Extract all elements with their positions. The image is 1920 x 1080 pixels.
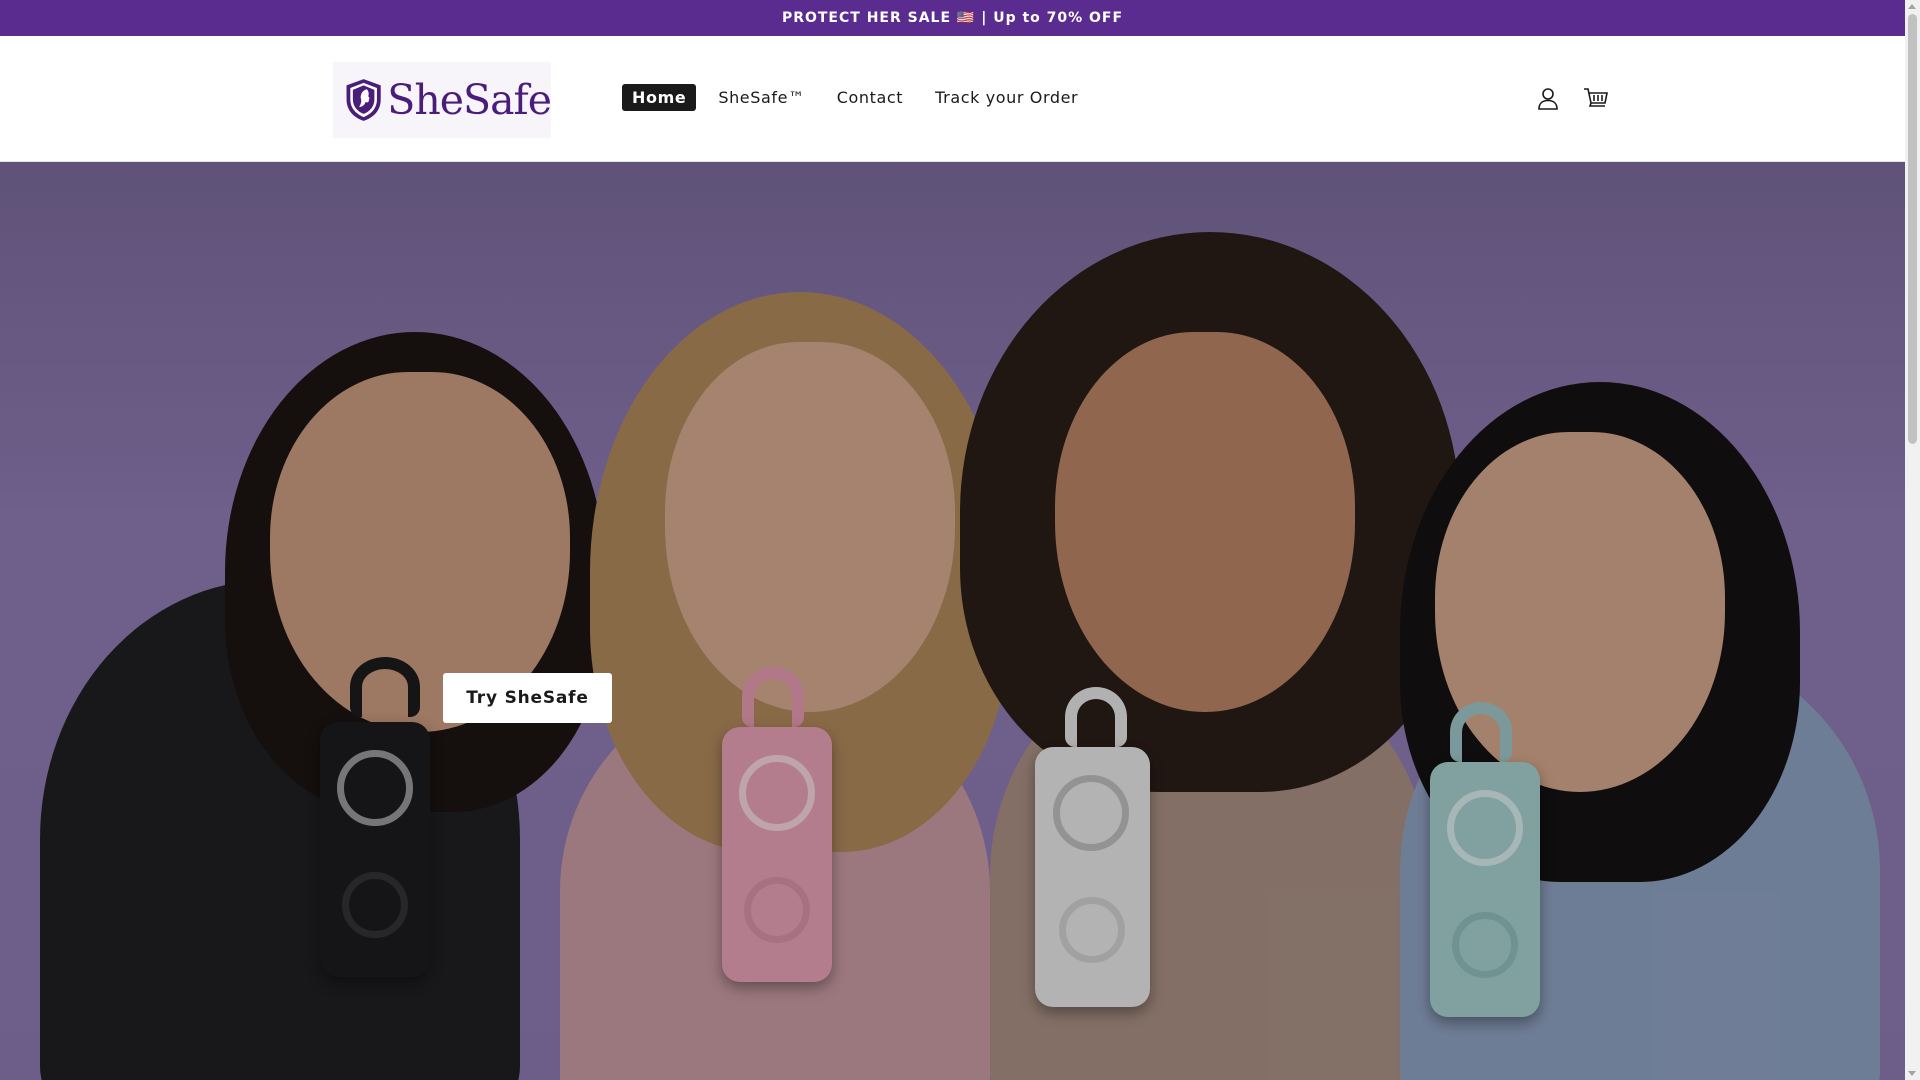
site-header: SheSafe Home SheSafe™ Contact Track your…	[0, 36, 1905, 162]
page: PROTECT HER SALE 🇺🇸 | Up to 70% OFF SheS…	[0, 0, 1920, 1080]
nav-item-shesafe[interactable]: SheSafe™	[708, 84, 814, 111]
announcement-bar: PROTECT HER SALE 🇺🇸 | Up to 70% OFF	[0, 0, 1905, 36]
nav-item-track-order[interactable]: Track your Order	[925, 84, 1088, 111]
scroll-down-arrow-icon[interactable]	[1908, 1071, 1916, 1076]
hero-overlay	[0, 162, 1905, 1080]
main-nav: Home SheSafe™ Contact Track your Order	[622, 84, 1088, 111]
nav-item-home[interactable]: Home	[622, 84, 697, 111]
page-scrollbar[interactable]	[1905, 0, 1920, 1080]
try-shesafe-button[interactable]: Try SheSafe	[443, 673, 612, 723]
announcement-text: PROTECT HER SALE 🇺🇸 | Up to 70% OFF	[781, 10, 1124, 26]
hero-banner	[0, 162, 1905, 1080]
site-logo[interactable]: SheSafe	[333, 62, 552, 138]
scroll-thumb[interactable]	[1908, 14, 1917, 444]
cart-icon[interactable]	[1582, 84, 1610, 114]
header-actions	[1534, 84, 1610, 114]
shield-logo-icon	[346, 79, 381, 121]
nav-item-contact[interactable]: Contact	[827, 84, 913, 111]
account-icon[interactable]	[1534, 84, 1562, 114]
logo-text: SheSafe	[387, 76, 552, 124]
scroll-up-arrow-icon[interactable]	[1908, 4, 1916, 9]
